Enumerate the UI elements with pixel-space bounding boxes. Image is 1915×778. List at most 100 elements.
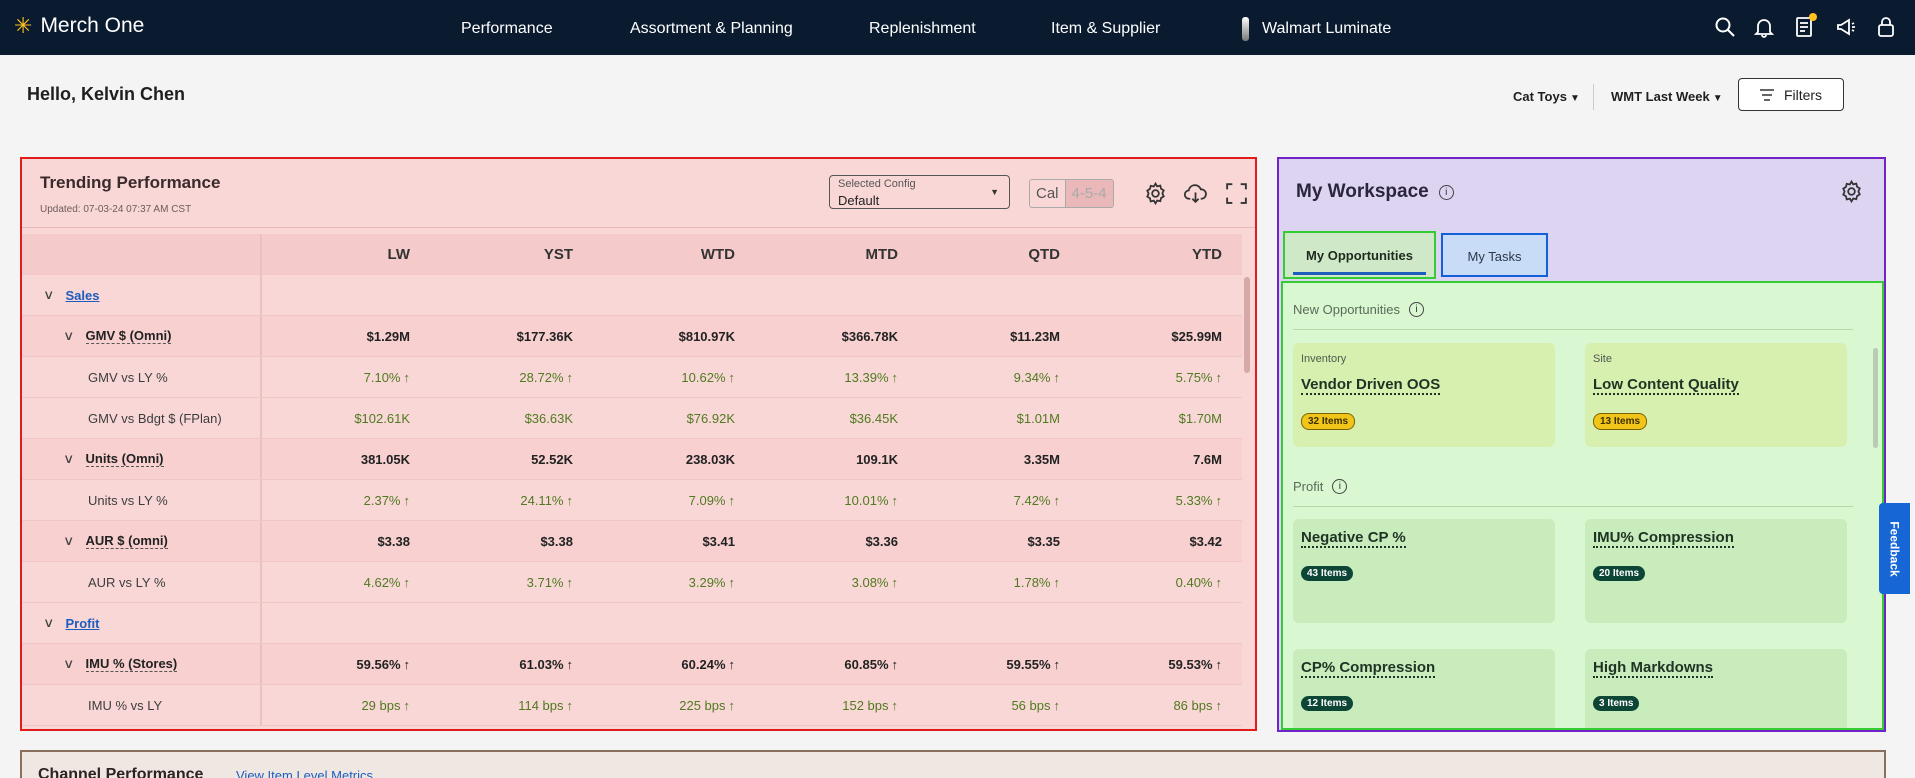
cell-value: $36.45K <box>849 410 898 426</box>
view-item-level-metrics-link[interactable]: View Item Level Metrics <box>236 768 373 778</box>
nav-replenishment[interactable]: Replenishment <box>869 20 976 38</box>
cell-value: 3.35M <box>1023 451 1060 467</box>
row-label-cell[interactable]: ∨ Units (Omni) <box>22 439 262 479</box>
nav-assortment-planning[interactable]: Assortment & Planning <box>630 20 793 38</box>
opportunity-card[interactable]: CP% Compression 12 Items <box>1293 649 1555 728</box>
row-label-cell[interactable]: ∨ Sales <box>22 275 262 315</box>
group-new-opportunities: New Opportunities i <box>1293 302 1424 317</box>
info-icon[interactable]: i <box>1438 184 1454 200</box>
scrollbar[interactable] <box>1873 348 1878 448</box>
section-link[interactable]: Profit <box>66 616 100 631</box>
period-dropdown[interactable]: WMT Last Week ▼ <box>1611 89 1723 104</box>
feedback-tab[interactable]: Feedback <box>1879 503 1910 594</box>
row-label-cell[interactable]: ∨ IMU % (Stores) <box>22 644 262 684</box>
tab-label: My Tasks <box>1467 249 1522 264</box>
col-yst: YST <box>543 245 573 263</box>
card-name[interactable]: Low Content Quality <box>1593 376 1739 395</box>
scrollbar[interactable] <box>1244 277 1250 373</box>
trending-performance-card: Trending Performance Updated: 07-03-24 0… <box>20 157 1257 731</box>
table-cell: 381.05K <box>270 439 410 479</box>
chevron-down-icon[interactable]: ∨ <box>63 533 74 549</box>
card-name[interactable]: Negative CP % <box>1301 529 1406 548</box>
category-dropdown[interactable]: Cat Toys ▼ <box>1513 89 1580 104</box>
nav-walmart-luminate[interactable]: Walmart Luminate <box>1262 20 1391 38</box>
row-label-cell[interactable]: ∨ AUR $ (omni) <box>22 521 262 561</box>
card-name[interactable]: Vendor Driven OOS <box>1301 376 1441 395</box>
table-cell: $76.92K <box>595 398 735 438</box>
row-label-cell[interactable]: ∨ Profit <box>22 603 262 643</box>
opportunity-card[interactable]: Inventory Vendor Driven OOS 32 Items <box>1293 343 1555 447</box>
top-nav: ✳ Merch One Performance Assortment & Pla… <box>0 0 1915 55</box>
row-label-cell[interactable]: ∨ GMV $ (Omni) <box>22 316 262 356</box>
table-cell: 7.6M <box>1082 439 1222 479</box>
card-name[interactable]: IMU% Compression <box>1593 529 1734 548</box>
arrow-up-icon: ↑ <box>403 369 411 385</box>
megaphone-icon[interactable] <box>1834 15 1858 39</box>
cell-value: 7.10% <box>363 369 401 385</box>
gear-icon[interactable] <box>1839 179 1864 204</box>
row-label: IMU % vs LY <box>88 697 163 713</box>
table-cell: 7.10% ↑ <box>270 357 410 397</box>
cal-option[interactable]: Cal <box>1030 180 1066 207</box>
table-cell: 3.71% ↑ <box>433 562 573 602</box>
arrow-up-icon: ↑ <box>566 574 574 590</box>
info-icon[interactable]: i <box>1408 302 1424 317</box>
row-label-cell: Units vs LY % <box>22 480 262 520</box>
row-label: IMU % (Stores) <box>85 656 178 672</box>
divider <box>1293 506 1853 507</box>
arrow-up-icon: ↑ <box>1215 574 1223 590</box>
tasks-icon[interactable] <box>1792 13 1817 39</box>
my-workspace-card: My Workspace i My Opportunities My Tasks… <box>1277 157 1886 732</box>
nav-performance[interactable]: Performance <box>461 20 553 38</box>
group-profit: Profit i <box>1293 479 1348 494</box>
gear-icon[interactable] <box>1143 181 1168 206</box>
fullscreen-icon[interactable] <box>1224 181 1249 206</box>
chevron-down-icon[interactable]: ∨ <box>63 451 74 467</box>
table-cell: $102.61K <box>270 398 410 438</box>
tab-my-opportunities[interactable]: My Opportunities <box>1283 231 1436 279</box>
filters-button[interactable]: Filters <box>1738 78 1844 111</box>
tab-my-tasks[interactable]: My Tasks <box>1441 233 1548 277</box>
card-name[interactable]: High Markdowns <box>1593 659 1714 678</box>
opportunity-card[interactable]: Negative CP % 43 Items <box>1293 519 1555 623</box>
cell-value: 0.40% <box>1175 574 1213 590</box>
table-cell: 13.39% ↑ <box>758 357 898 397</box>
chevron-down-icon[interactable]: ∨ <box>63 656 74 672</box>
opportunity-card[interactable]: High Markdowns 3 Items <box>1585 649 1847 728</box>
cell-value: $3.41 <box>702 533 735 549</box>
cloud-download-icon[interactable] <box>1183 181 1208 206</box>
opportunity-card[interactable]: IMU% Compression 20 Items <box>1585 519 1847 623</box>
cell-value: $3.38 <box>377 533 410 549</box>
chevron-down-icon[interactable]: ∨ <box>43 615 54 631</box>
section-link[interactable]: Sales <box>66 288 100 303</box>
brand-logo[interactable]: ✳ Merch One <box>14 14 144 38</box>
user-icon[interactable] <box>1874 15 1898 39</box>
table-cell: 1.78% ↑ <box>920 562 1060 602</box>
cell-value: 13.39% <box>844 369 889 385</box>
table-cell: 3.29% ↑ <box>595 562 735 602</box>
nav-item-supplier[interactable]: Item & Supplier <box>1051 20 1160 38</box>
table-cell: 7.09% ↑ <box>595 480 735 520</box>
opportunity-card[interactable]: Site Low Content Quality 13 Items <box>1585 343 1847 447</box>
454-option[interactable]: 4-5-4 <box>1065 180 1113 207</box>
cell-value: $25.99M <box>1171 328 1222 344</box>
cell-value: $177.36K <box>516 328 573 344</box>
bell-icon[interactable] <box>1752 15 1776 39</box>
divider <box>1593 84 1594 110</box>
items-badge: 3 Items <box>1593 696 1640 711</box>
card-name[interactable]: CP% Compression <box>1301 659 1436 678</box>
chevron-down-icon[interactable]: ∨ <box>63 328 74 344</box>
arrow-up-icon: ↑ <box>403 656 411 672</box>
chevron-down-icon[interactable]: ∨ <box>43 287 54 303</box>
config-select[interactable]: Selected Config Default ▼ <box>829 175 1010 209</box>
cell-value: 3.08% <box>851 574 889 590</box>
group-label: New Opportunities <box>1293 302 1400 317</box>
cell-value: 4.62% <box>363 574 401 590</box>
cell-value: 29 bps <box>361 697 401 713</box>
search-icon[interactable] <box>1713 15 1737 39</box>
arrow-up-icon: ↑ <box>403 697 411 713</box>
category-value: Cat Toys <box>1513 89 1567 104</box>
info-icon[interactable]: i <box>1332 479 1348 494</box>
calendar-toggle[interactable]: Cal 4-5-4 <box>1029 179 1114 208</box>
col-wtd: WTD <box>700 245 735 263</box>
